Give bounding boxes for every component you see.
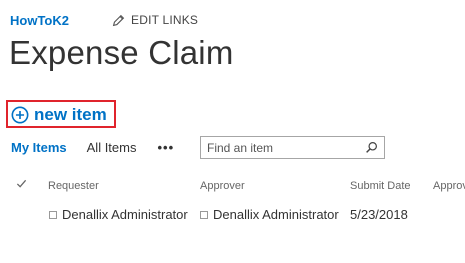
- column-header-requester[interactable]: Requester: [48, 180, 99, 192]
- tab-my-items[interactable]: My Items: [11, 140, 67, 155]
- person-presence-icon: [200, 210, 208, 219]
- edit-links-button[interactable]: EDIT LINKS: [112, 13, 198, 27]
- person-presence-icon: [49, 210, 57, 219]
- table-row-date-cell: 5/23/2018: [350, 207, 408, 222]
- edit-links-label: EDIT LINKS: [131, 13, 199, 27]
- view-tabs: My Items All Items •••: [11, 140, 174, 155]
- new-item-button[interactable]: new item: [11, 105, 107, 125]
- approver-value[interactable]: Denallix Administrator: [213, 207, 339, 222]
- tab-all-items[interactable]: All Items: [87, 140, 137, 155]
- pencil-icon: [112, 14, 125, 26]
- column-header-submit-date[interactable]: Submit Date: [350, 180, 411, 192]
- site-link[interactable]: HowToK2: [10, 13, 69, 28]
- search-input[interactable]: [207, 140, 357, 155]
- table-row-approver-cell: Denallix Administrator: [200, 207, 339, 222]
- new-item-label: new item: [34, 105, 107, 124]
- column-header-approver[interactable]: Approver: [200, 180, 245, 192]
- submit-date-value: 5/23/2018: [350, 207, 408, 222]
- table-row-requester-cell: Denallix Administrator: [49, 207, 188, 222]
- search-box: [200, 136, 385, 159]
- column-header-approval[interactable]: Approv: [433, 180, 465, 192]
- select-all-check-icon[interactable]: [16, 178, 27, 189]
- circle-plus-icon: [11, 106, 29, 124]
- requester-value[interactable]: Denallix Administrator: [62, 207, 188, 222]
- more-views-button[interactable]: •••: [157, 140, 174, 155]
- search-icon[interactable]: [365, 141, 378, 154]
- page-title: Expense Claim: [9, 34, 234, 71]
